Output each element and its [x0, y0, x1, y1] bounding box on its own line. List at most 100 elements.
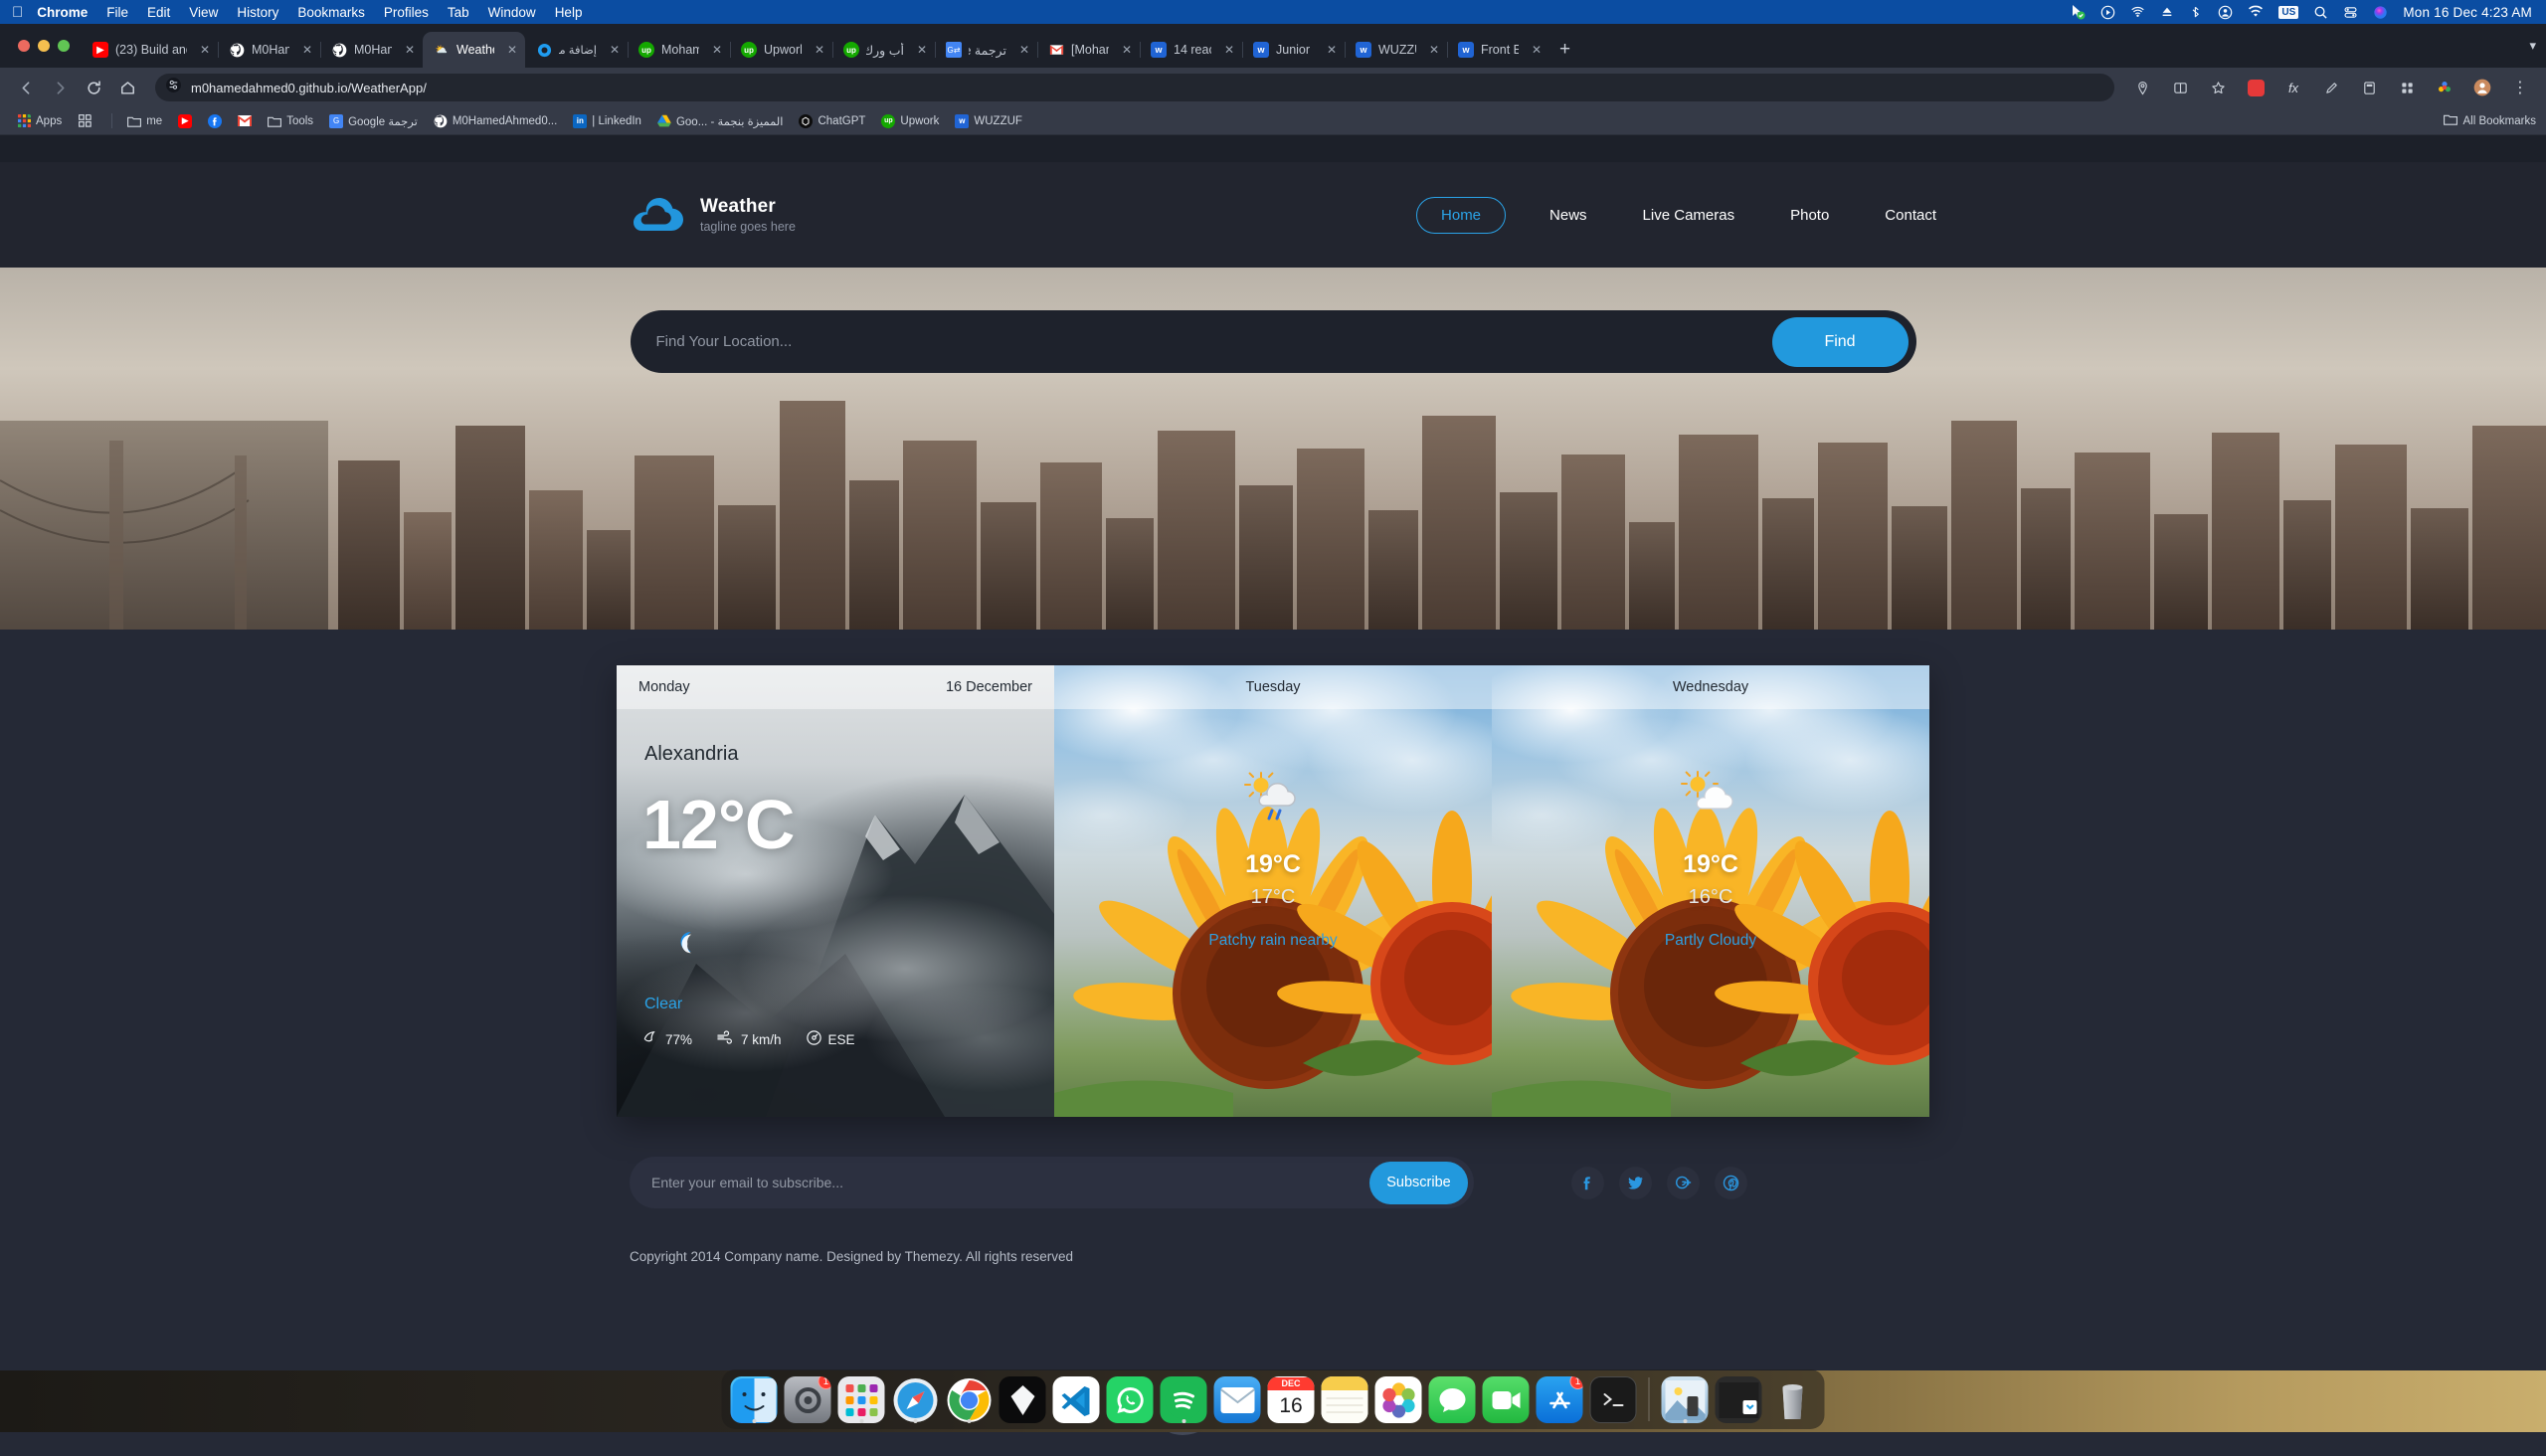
forward-arrow-icon[interactable]: [46, 74, 74, 101]
dock-item-vscode[interactable]: [1053, 1376, 1100, 1423]
split-view-icon[interactable]: [2166, 74, 2194, 101]
menu-item-history[interactable]: History: [237, 5, 278, 20]
close-tab-icon[interactable]: ✕: [1116, 43, 1132, 57]
menu-item-view[interactable]: View: [189, 5, 218, 20]
close-tab-icon[interactable]: ✕: [809, 43, 824, 57]
dock-item-terminal[interactable]: [1590, 1376, 1637, 1423]
dock-item-whatsapp[interactable]: [1107, 1376, 1154, 1423]
close-tab-icon[interactable]: ✕: [1526, 43, 1542, 57]
extension-grid-icon[interactable]: [2393, 74, 2421, 101]
bookmark-google-drive[interactable]: المميزة بنجمة - ...Goo: [650, 111, 791, 131]
dock-item-messages[interactable]: [1429, 1376, 1476, 1423]
menu-item-profiles[interactable]: Profiles: [384, 5, 429, 20]
bookmark-upwork[interactable]: up Upwork: [874, 111, 946, 131]
home-icon[interactable]: [113, 74, 141, 101]
nav-item-news[interactable]: News: [1522, 207, 1615, 224]
new-tab-button[interactable]: +: [1549, 32, 1580, 68]
browser-tab[interactable]: ▶ (23) Build and De ✕: [82, 32, 218, 68]
siri-icon[interactable]: [2373, 5, 2388, 20]
menu-item-help[interactable]: Help: [555, 5, 583, 20]
browser-tab[interactable]: M0HamedAhmed ✕: [320, 32, 423, 68]
bookmark-chatgpt[interactable]: ChatGPT: [792, 111, 872, 131]
site-logo[interactable]: Weather tagline goes here: [630, 195, 796, 235]
nav-item-photo[interactable]: Photo: [1762, 207, 1857, 224]
all-bookmarks-button[interactable]: All Bookmarks: [2444, 113, 2537, 128]
tab-search-button[interactable]: ▾: [2529, 24, 2546, 68]
reload-icon[interactable]: [80, 74, 107, 101]
bookmark-reading-list[interactable]: [71, 111, 103, 131]
menu-item-chrome[interactable]: Chrome: [37, 5, 88, 20]
site-settings-icon[interactable]: [165, 77, 182, 98]
spotlight-search-icon[interactable]: [2313, 5, 2328, 20]
bookmark-facebook[interactable]: [201, 111, 229, 131]
menu-item-edit[interactable]: Edit: [147, 5, 170, 20]
back-arrow-icon[interactable]: [12, 74, 40, 101]
bookmark-me[interactable]: me: [120, 111, 169, 131]
minimize-window-button[interactable]: [38, 40, 50, 52]
bluetooth-icon[interactable]: [2189, 5, 2203, 20]
dock-item-downloads-stack[interactable]: [1716, 1376, 1762, 1423]
window-traffic-lights[interactable]: [14, 24, 82, 68]
close-tab-icon[interactable]: ✕: [706, 43, 722, 57]
bookmark-youtube[interactable]: ▶: [171, 111, 199, 131]
subscribe-bar[interactable]: Subscribe: [630, 1157, 1474, 1208]
menu-item-file[interactable]: File: [106, 5, 128, 20]
browser-tab[interactable]: M0HamedAhmed ✕: [218, 32, 320, 68]
subscribe-button[interactable]: Subscribe: [1369, 1162, 1468, 1204]
dock-item-system-preferences[interactable]: 1: [785, 1376, 831, 1423]
dock-item-finder[interactable]: [731, 1376, 778, 1423]
browser-tab[interactable]: [Mohamed Ahme ✕: [1037, 32, 1140, 68]
dock-item-notes[interactable]: [1322, 1376, 1368, 1423]
extension-flower-icon[interactable]: [2431, 74, 2458, 101]
close-tab-icon[interactable]: ✕: [1218, 43, 1234, 57]
browser-tab[interactable]: up Mohamed A. - Fr ✕: [628, 32, 730, 68]
bookmark-wuzzuf[interactable]: w WUZZUF: [948, 111, 1029, 131]
bookmark-star-icon[interactable]: [2204, 74, 2232, 101]
maximize-window-button[interactable]: [58, 40, 70, 52]
apple-logo-icon[interactable]: : [12, 5, 23, 20]
search-input[interactable]: [656, 333, 1772, 350]
browser-tab-active[interactable]: ⛅ Weather ✕: [423, 32, 525, 68]
facebook-icon[interactable]: [1571, 1167, 1604, 1199]
close-tab-icon[interactable]: ✕: [194, 43, 210, 57]
airplay-icon[interactable]: [2130, 5, 2145, 20]
dock-item-sketch[interactable]: [1000, 1376, 1046, 1423]
control-center-icon[interactable]: [2343, 5, 2358, 20]
extension-pen-icon[interactable]: [2317, 74, 2345, 101]
weather-card-forecast[interactable]: Tuesday 19°C 17°C P: [1054, 665, 1492, 1117]
cursor-check-icon[interactable]: [2070, 4, 2086, 20]
bookmark-tools[interactable]: Tools: [261, 111, 320, 131]
browser-tab[interactable]: up Upwork ✕: [730, 32, 832, 68]
menu-bar-clock[interactable]: Mon 16 Dec 4:23 AM: [2403, 5, 2532, 20]
twitter-icon[interactable]: [1619, 1167, 1652, 1199]
close-window-button[interactable]: [18, 40, 30, 52]
bookmark-linkedin[interactable]: in | LinkedIn: [566, 111, 648, 131]
extension-fx-icon[interactable]: fx: [2279, 74, 2307, 101]
menu-item-window[interactable]: Window: [488, 5, 536, 20]
location-search-bar[interactable]: Find: [631, 310, 1916, 373]
close-tab-icon[interactable]: ✕: [604, 43, 620, 57]
close-tab-icon[interactable]: ✕: [911, 43, 927, 57]
close-tab-icon[interactable]: ✕: [399, 43, 415, 57]
menu-item-tab[interactable]: Tab: [448, 5, 469, 20]
browser-tab[interactable]: w Junior Front End ✕: [1242, 32, 1345, 68]
close-tab-icon[interactable]: ✕: [1321, 43, 1337, 57]
bookmark-github[interactable]: M0HamedAhmed0...: [427, 111, 564, 131]
nav-item-live-cameras[interactable]: Live Cameras: [1615, 207, 1763, 224]
browser-tab[interactable]: G⇄ ترجمة Google ✕: [935, 32, 1037, 68]
play-circle-icon[interactable]: [2100, 5, 2115, 20]
extension-calc-icon[interactable]: [2355, 74, 2383, 101]
profile-avatar[interactable]: [2468, 74, 2496, 101]
dock-item-preview[interactable]: [1662, 1376, 1709, 1423]
browser-tab[interactable]: إضافة معرض الأعمال ✕: [525, 32, 628, 68]
pinterest-icon[interactable]: [1715, 1167, 1747, 1199]
dock-item-photos[interactable]: [1375, 1376, 1422, 1423]
close-tab-icon[interactable]: ✕: [501, 43, 517, 57]
dock-item-trash[interactable]: [1769, 1376, 1816, 1423]
nav-item-contact[interactable]: Contact: [1857, 207, 1964, 224]
dock-item-facetime[interactable]: [1483, 1376, 1530, 1423]
close-tab-icon[interactable]: ✕: [296, 43, 312, 57]
kebab-menu-icon[interactable]: ⋮: [2506, 74, 2534, 101]
user-circle-icon[interactable]: [2218, 5, 2233, 20]
browser-tab[interactable]: up أب ورك ✕: [832, 32, 935, 68]
